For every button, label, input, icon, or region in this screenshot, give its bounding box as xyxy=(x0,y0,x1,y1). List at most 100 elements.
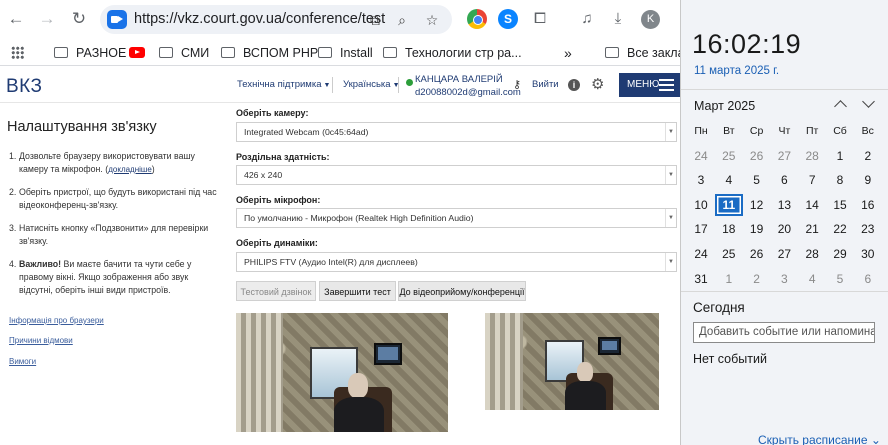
profile-avatar[interactable]: K xyxy=(641,10,660,29)
calendar-day[interactable]: 24 xyxy=(687,145,715,167)
calendar-day[interactable]: 28 xyxy=(798,243,826,265)
calendar-day[interactable]: 22 xyxy=(826,218,854,240)
calendar-day[interactable]: 1 xyxy=(826,145,854,167)
user-name[interactable]: КАНЦАРА ВАЛЕРІЙ xyxy=(415,74,503,85)
address-bar[interactable]: https://vkz.court.gov.ua/conference/test… xyxy=(100,5,452,34)
calendar-day[interactable]: 4 xyxy=(798,268,826,290)
site-header: ВКЗ Технічна підтримка ▼ Українська ▼ КАНЦ… xyxy=(0,67,680,103)
month-label[interactable]: Март 2025 xyxy=(694,99,755,113)
calendar-day[interactable]: 16 xyxy=(854,194,882,216)
calendar-day[interactable]: 26 xyxy=(743,243,771,265)
calendar-day[interactable]: 7 xyxy=(798,169,826,191)
bookmark-install[interactable]: Install xyxy=(318,44,373,62)
calendar-day[interactable]: 24 xyxy=(687,243,715,265)
camera-select[interactable]: Integrated Webcam (0c45:64ad) ▼ xyxy=(236,122,677,142)
calendar-day[interactable]: 1 xyxy=(715,268,743,290)
calendar-day[interactable]: 10 xyxy=(687,194,715,216)
logout-link[interactable]: Вийти xyxy=(532,79,559,90)
bookmarks-bar: РАЗНОЕ СМИ ВСПОМ РНР Install Технологии … xyxy=(0,38,680,66)
url-text[interactable]: https://vkz.court.gov.ua/conference/test xyxy=(134,11,385,27)
instructions-list: 1. Дозвольте браузеру використовувати ваш… xyxy=(9,150,224,307)
bookmark-vspom[interactable]: ВСПОМ РНР xyxy=(221,44,318,62)
hide-schedule-link[interactable]: Скрыть расписание ⌄ xyxy=(758,433,881,445)
extensions-puzzle-icon[interactable]: ⧠ xyxy=(530,9,550,29)
zoom-icon[interactable]: ⌕ xyxy=(392,10,412,30)
key-icon[interactable]: ⚷ xyxy=(513,78,521,91)
current-date-link[interactable]: 11 марта 2025 г. xyxy=(694,65,779,77)
calendar-day[interactable]: 4 xyxy=(715,169,743,191)
calendar-day[interactable]: 6 xyxy=(770,169,798,191)
calendar-day[interactable]: 2 xyxy=(743,268,771,290)
add-event-input[interactable]: Добавить событие или напоминание xyxy=(693,322,875,343)
chevron-up-icon[interactable] xyxy=(832,96,850,112)
calendar-day[interactable]: 15 xyxy=(826,194,854,216)
more-info-link[interactable]: докладніше xyxy=(108,165,152,174)
calendar-day[interactable]: 8 xyxy=(826,169,854,191)
site-logo[interactable]: ВКЗ xyxy=(6,76,43,98)
calendar-day[interactable]: 13 xyxy=(770,194,798,216)
reload-icon[interactable]: ↻ xyxy=(68,8,90,30)
calendar-day[interactable]: 31 xyxy=(687,268,715,290)
media-control-icon[interactable]: ♫ xyxy=(577,9,597,29)
download-icon[interactable]: ⤓ xyxy=(608,9,628,29)
forward-arrow-icon[interactable]: → xyxy=(36,8,58,30)
end-test-button[interactable]: Завершити тест xyxy=(319,281,396,301)
calendar-day[interactable]: 27 xyxy=(770,243,798,265)
bookmark-raznoe[interactable]: РАЗНОЕ xyxy=(54,44,126,62)
resolution-select[interactable]: 426 x 240 ▼ xyxy=(236,165,677,185)
go-to-conference-button[interactable]: До відеоприйому/конференції xyxy=(398,281,526,301)
folder-icon xyxy=(221,47,235,58)
calendar-day[interactable]: 18 xyxy=(715,218,743,240)
calendar-day[interactable]: 25 xyxy=(715,145,743,167)
shazam-extension-icon[interactable] xyxy=(498,9,518,29)
speakers-select[interactable]: PHILIPS FTV (Аудио Intel(R) для дисплеев… xyxy=(236,252,677,272)
calendar-day[interactable]: 20 xyxy=(770,218,798,240)
calendar-day[interactable]: 25 xyxy=(715,243,743,265)
language-dropdown[interactable]: Українська ▼ xyxy=(343,79,400,90)
calendar-day[interactable]: 23 xyxy=(854,218,882,240)
user-email[interactable]: d20088002d@gmail.com xyxy=(415,87,521,98)
apps-grid-icon[interactable] xyxy=(11,46,24,59)
bookmarks-overflow-chevron[interactable]: » xyxy=(564,44,572,62)
calendar-day[interactable]: 2 xyxy=(854,145,882,167)
camera-in-use-icon[interactable] xyxy=(107,10,127,29)
calendar-day[interactable]: 12 xyxy=(743,194,771,216)
bookmark-smi[interactable]: СМИ xyxy=(159,44,209,62)
calendar-day[interactable]: 26 xyxy=(743,145,771,167)
bookmark-star-icon[interactable]: ☆ xyxy=(422,10,442,30)
color-extension-icon[interactable] xyxy=(467,9,487,29)
calendar-day[interactable]: 5 xyxy=(743,169,771,191)
info-icon[interactable]: i xyxy=(568,79,580,91)
bookmark-tech[interactable]: Технологии стр ра... xyxy=(383,44,522,62)
refusal-reasons-link[interactable]: Причини відмови xyxy=(9,336,73,345)
menu-button[interactable]: МЕНЮ xyxy=(619,73,680,97)
calendar-day[interactable]: 6 xyxy=(854,268,882,290)
microphone-select[interactable]: По умолчанию - Микрофон (Realtek High De… xyxy=(236,208,677,228)
calendar-day[interactable]: 14 xyxy=(798,194,826,216)
back-arrow-icon[interactable]: ← xyxy=(5,8,27,30)
calendar-day[interactable]: 27 xyxy=(770,145,798,167)
translate-icon[interactable]: ⧉ xyxy=(365,10,385,30)
calendar-day[interactable]: 30 xyxy=(854,243,882,265)
calendar-day[interactable]: 3 xyxy=(687,169,715,191)
calendar-day[interactable]: 21 xyxy=(798,218,826,240)
today-label: Сегодня xyxy=(693,300,745,315)
calendar-day[interactable]: 5 xyxy=(826,268,854,290)
bookmark-all[interactable]: Все заклад xyxy=(605,44,680,62)
calendar-day[interactable]: 11 xyxy=(714,193,743,216)
requirements-link[interactable]: Вимоги xyxy=(9,357,36,366)
calendar-day[interactable]: 29 xyxy=(826,243,854,265)
calendar-day[interactable]: 28 xyxy=(798,145,826,167)
support-dropdown[interactable]: Технічна підтримка ▼ xyxy=(237,79,330,90)
chevron-down-icon[interactable] xyxy=(860,96,878,112)
calendar-day[interactable]: 9 xyxy=(854,169,882,191)
test-call-button[interactable]: Тестовий дзвінок xyxy=(236,281,316,301)
speakers-label: Оберіть динаміки: xyxy=(236,238,318,248)
bookmark-youtube[interactable] xyxy=(129,44,153,62)
calendar-day[interactable]: 3 xyxy=(770,268,798,290)
calendar-day[interactable]: 17 xyxy=(687,218,715,240)
gear-icon[interactable]: ⚙ xyxy=(591,75,604,93)
calendar-day[interactable]: 19 xyxy=(743,218,771,240)
local-video-preview xyxy=(236,313,448,432)
browser-info-link[interactable]: Інформація про браузери xyxy=(9,316,104,325)
